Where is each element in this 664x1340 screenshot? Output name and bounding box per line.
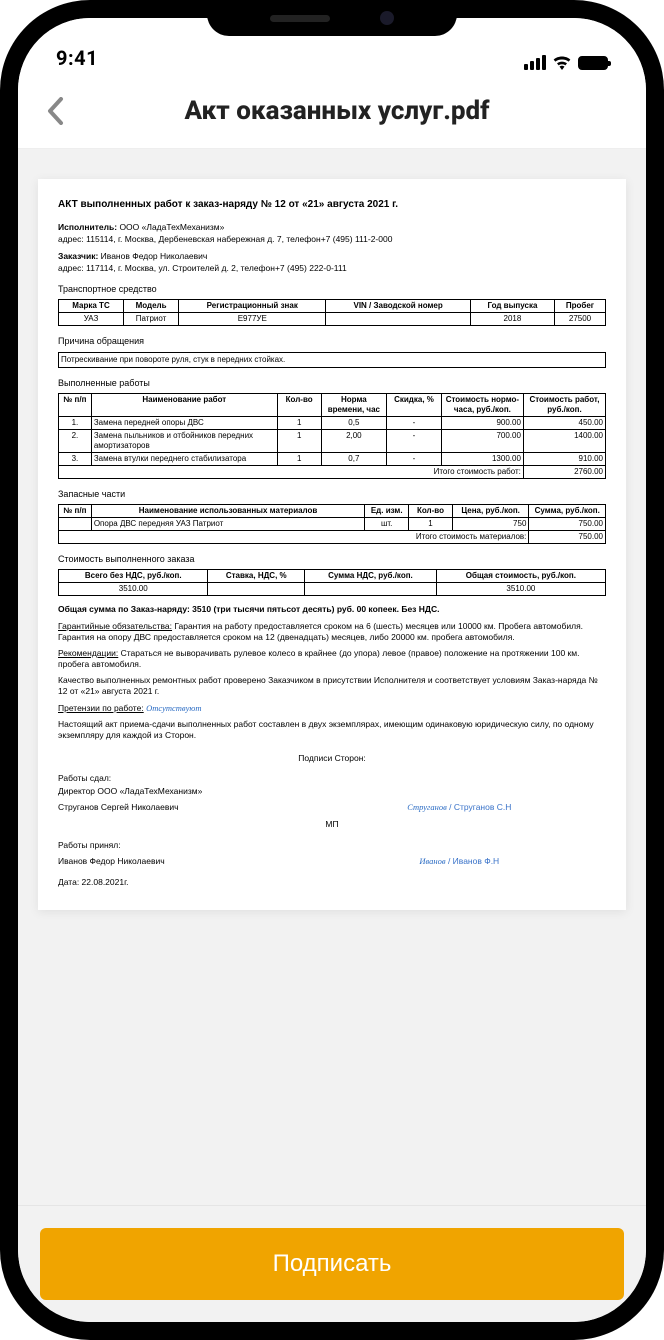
parts-heading: Запасные части	[58, 489, 606, 500]
vehicle-heading: Транспортное средство	[58, 284, 606, 295]
doc-date: Дата: 22.08.2021г.	[58, 877, 606, 888]
phone-notch	[207, 0, 457, 36]
status-icons	[524, 55, 608, 70]
submitted-label: Работы сдал:	[58, 773, 606, 784]
executor-addr: адрес: 115114, г. Москва, Дербеневская н…	[58, 234, 606, 245]
works-heading: Выполненные работы	[58, 378, 606, 389]
wifi-icon	[552, 55, 572, 70]
screen: 9:41 Акт оказанных услуг.pdf АКТ выполне…	[18, 18, 646, 1322]
vehicle-table: Марка ТС Модель Регистрационный знак VIN…	[58, 299, 606, 326]
cost-heading: Стоимость выполненного заказа	[58, 554, 606, 565]
works-table: № п/п Наименование работ Кол-во Норма вр…	[58, 393, 606, 479]
footer: Подписать	[18, 1205, 646, 1322]
claims: Претензии по работе: Отсутствуют	[58, 703, 606, 714]
reason-text: Потрескивание при повороте руля, стук в …	[58, 352, 606, 368]
cellular-icon	[524, 55, 546, 70]
grand-total: Общая сумма по Заказ-наряду: 3510 (три т…	[58, 604, 606, 615]
reason-heading: Причина обращения	[58, 336, 606, 347]
battery-icon	[578, 56, 608, 70]
executor-line: Исполнитель: ООО «ЛадаТехМеханизм»	[58, 222, 606, 233]
customer-line: Заказчик: Иванов Федор Николаевич	[58, 251, 606, 262]
content-area[interactable]: АКТ выполненных работ к заказ-наряду № 1…	[18, 149, 646, 1205]
signature-row-1: Струганов Сергей Николаевич Струганов / …	[58, 802, 606, 813]
app-header: Акт оказанных услуг.pdf	[18, 76, 646, 149]
director-title: Директор ООО «ЛадаТехМеханизм»	[58, 786, 606, 797]
doc-title: АКТ выполненных работ к заказ-наряду № 1…	[58, 199, 606, 212]
status-time: 9:41	[56, 46, 98, 70]
accepted-label: Работы принял:	[58, 840, 606, 851]
parts-table: № п/п Наименование использованных матери…	[58, 504, 606, 544]
document-preview: АКТ выполненных работ к заказ-наряду № 1…	[38, 179, 626, 910]
chevron-left-icon	[46, 97, 64, 125]
sign-button[interactable]: Подписать	[40, 1228, 624, 1300]
customer-addr: адрес: 117114, г. Москва, ул. Строителей…	[58, 263, 606, 274]
warranty: Гарантийные обязательства: Гарантия на р…	[58, 621, 606, 642]
copies: Настоящий акт приема-сдачи выполненных р…	[58, 719, 606, 740]
phone-frame: 9:41 Акт оказанных услуг.pdf АКТ выполне…	[0, 0, 664, 1340]
recommendations: Рекомендации: Стараться не выворачивать …	[58, 648, 606, 669]
speaker-grille	[270, 15, 330, 22]
sig-title: Подписи Сторон:	[58, 753, 606, 764]
front-camera	[380, 11, 394, 25]
back-button[interactable]	[38, 94, 72, 128]
quality: Качество выполненных ремонтных работ про…	[58, 675, 606, 696]
cost-table: Всего без НДС, руб./коп. Ставка, НДС, % …	[58, 569, 606, 596]
signature-row-2: Иванов Федор Николаевич Иванов / Иванов …	[58, 856, 606, 867]
page-title: Акт оказанных услуг.pdf	[88, 96, 586, 126]
mp-stamp: МП	[58, 819, 606, 830]
